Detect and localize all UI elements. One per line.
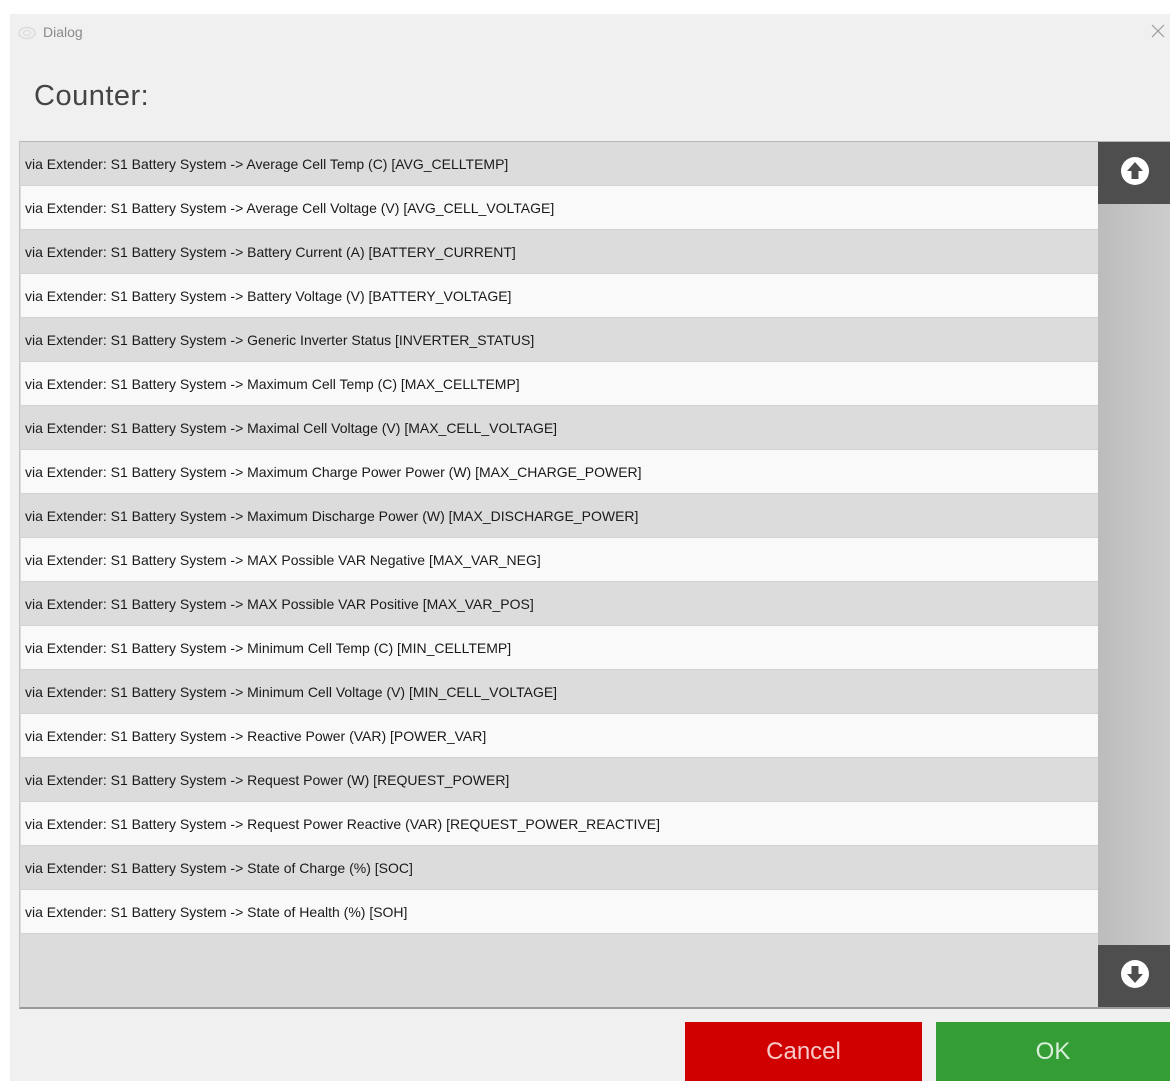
list-item[interactable]: via Extender: S1 Battery System -> Batte… bbox=[21, 274, 1098, 318]
list-item[interactable]: via Extender: S1 Battery System -> Maxim… bbox=[21, 406, 1098, 450]
cancel-button[interactable]: Cancel bbox=[685, 1022, 922, 1081]
scroll-up-button[interactable] bbox=[1098, 142, 1170, 204]
dialog-heading: Counter: bbox=[34, 80, 150, 112]
close-icon bbox=[1151, 23, 1165, 42]
list-item[interactable]: via Extender: S1 Battery System -> Maxim… bbox=[21, 362, 1098, 406]
list-item[interactable]: via Extender: S1 Battery System -> Gener… bbox=[21, 318, 1098, 362]
list-item[interactable]: via Extender: S1 Battery System -> Batte… bbox=[21, 230, 1098, 274]
list-item[interactable]: via Extender: S1 Battery System -> Reque… bbox=[21, 758, 1098, 802]
list-item[interactable]: via Extender: S1 Battery System -> Minim… bbox=[21, 670, 1098, 714]
close-button[interactable] bbox=[1146, 20, 1170, 44]
list-item[interactable]: via Extender: S1 Battery System -> Avera… bbox=[21, 142, 1098, 186]
list-item[interactable]: via Extender: S1 Battery System -> Maxim… bbox=[21, 494, 1098, 538]
app-logo-icon bbox=[18, 25, 36, 40]
window-title: Dialog bbox=[43, 24, 83, 40]
list-item[interactable]: via Extender: S1 Battery System -> State… bbox=[21, 846, 1098, 890]
dialog-window: Dialog Counter: via Extender: S1 Battery… bbox=[10, 14, 1170, 1081]
scroll-down-button[interactable] bbox=[1098, 945, 1170, 1007]
scrollbar-track[interactable] bbox=[1098, 204, 1170, 945]
counter-list[interactable]: via Extender: S1 Battery System -> Avera… bbox=[19, 141, 1170, 1009]
list-item[interactable]: via Extender: S1 Battery System -> React… bbox=[21, 714, 1098, 758]
arrow-up-circle-icon bbox=[1119, 155, 1151, 191]
list-item[interactable]: via Extender: S1 Battery System -> Reque… bbox=[21, 802, 1098, 846]
ok-button[interactable]: OK bbox=[936, 1022, 1170, 1081]
title-bar: Dialog bbox=[10, 14, 1170, 52]
list-item[interactable]: via Extender: S1 Battery System -> MAX P… bbox=[21, 538, 1098, 582]
list-item[interactable]: via Extender: S1 Battery System -> Minim… bbox=[21, 626, 1098, 670]
vertical-scrollbar[interactable] bbox=[1098, 142, 1170, 1007]
list-item[interactable]: via Extender: S1 Battery System -> Avera… bbox=[21, 186, 1098, 230]
list-item[interactable]: via Extender: S1 Battery System -> MAX P… bbox=[21, 582, 1098, 626]
list-item[interactable]: via Extender: S1 Battery System -> State… bbox=[21, 890, 1098, 934]
counter-list-rows: via Extender: S1 Battery System -> Avera… bbox=[21, 142, 1098, 934]
list-item[interactable]: via Extender: S1 Battery System -> Maxim… bbox=[21, 450, 1098, 494]
arrow-down-circle-icon bbox=[1119, 958, 1151, 994]
